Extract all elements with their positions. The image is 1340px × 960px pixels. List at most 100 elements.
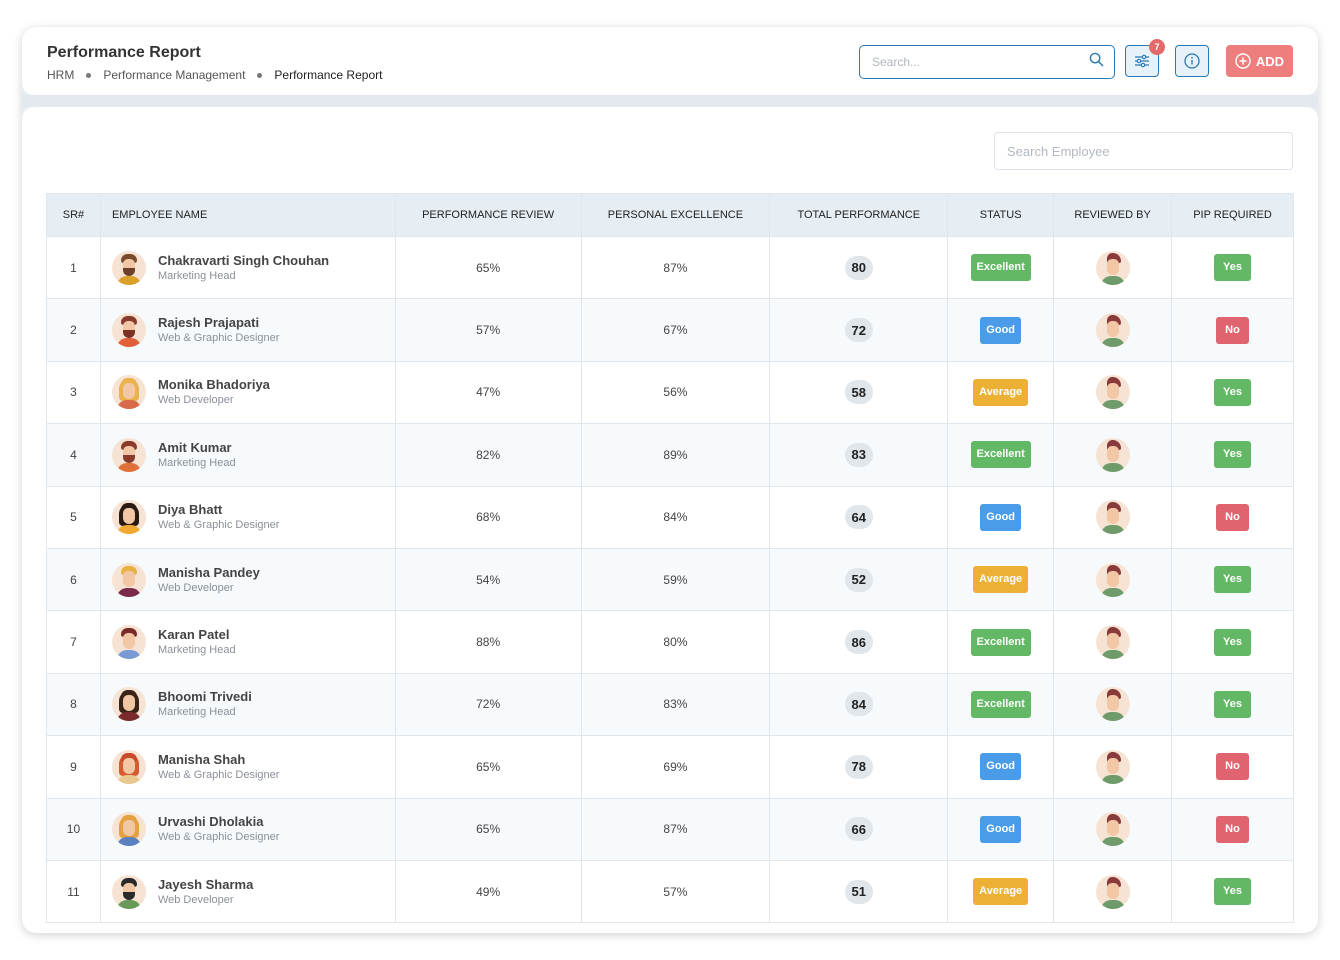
performance-review-cell: 57% bbox=[394, 298, 582, 362]
status-badge: Good bbox=[980, 316, 1022, 344]
employee-name[interactable]: Jayesh Sharma bbox=[158, 877, 253, 893]
employee-name[interactable]: Rajesh Prajapati bbox=[158, 315, 279, 331]
breadcrumb-performance-management[interactable]: Performance Management bbox=[103, 68, 245, 82]
add-button[interactable]: ADD bbox=[1226, 45, 1293, 77]
table-row[interactable]: 8 Bhoomi Trivedi Marketing Head 72% 83% … bbox=[46, 672, 1294, 737]
col-personal-excellence[interactable]: PERSONAL EXCELLENCE bbox=[580, 193, 771, 237]
total-performance-score: 83 bbox=[844, 442, 873, 467]
breadcrumb-separator bbox=[86, 72, 92, 78]
employee-avatar[interactable] bbox=[111, 500, 146, 535]
status-cell: Average bbox=[947, 547, 1055, 612]
reviewer-avatar[interactable] bbox=[1095, 625, 1130, 660]
col-employee-name[interactable]: EMPLOYEE NAME bbox=[99, 193, 396, 237]
employee-name[interactable]: Karan Patel bbox=[158, 627, 236, 643]
employee-avatar[interactable] bbox=[111, 437, 146, 472]
reviewed-by-cell bbox=[1053, 235, 1173, 300]
table-row[interactable]: 10 Urvashi Dholakia Web & Graphic Design… bbox=[46, 797, 1294, 861]
employee-name[interactable]: Chakravarti Singh Chouhan bbox=[158, 253, 329, 269]
reviewer-avatar[interactable] bbox=[1095, 375, 1130, 410]
sr-cell: 5 bbox=[46, 485, 101, 549]
employee-cell: Karan Patel Marketing Head bbox=[99, 610, 396, 674]
employee-avatar[interactable] bbox=[111, 375, 146, 410]
total-performance-cell: 58 bbox=[769, 360, 949, 425]
employee-avatar[interactable] bbox=[111, 874, 146, 909]
reviewed-by-cell bbox=[1053, 547, 1173, 612]
status-cell: Good bbox=[947, 735, 1055, 799]
search-icon[interactable] bbox=[1089, 52, 1104, 72]
reviewer-avatar[interactable] bbox=[1095, 562, 1130, 597]
pip-badge: Yes bbox=[1214, 378, 1251, 406]
reviewer-avatar[interactable] bbox=[1095, 250, 1130, 285]
reviewer-avatar[interactable] bbox=[1095, 874, 1130, 909]
reviewer-avatar[interactable] bbox=[1095, 500, 1130, 535]
table-row[interactable]: 9 Manisha Shah Web & Graphic Designer 65… bbox=[46, 735, 1294, 799]
performance-review-cell: 88% bbox=[394, 610, 582, 674]
employee-name[interactable]: Diya Bhatt bbox=[158, 502, 279, 518]
employee-role: Marketing Head bbox=[157, 644, 236, 657]
total-performance-score: 52 bbox=[844, 567, 873, 592]
employee-avatar[interactable] bbox=[111, 250, 146, 285]
employee-name[interactable]: Manisha Pandey bbox=[158, 565, 260, 581]
sr-number: 5 bbox=[70, 510, 77, 525]
sr-cell: 7 bbox=[46, 610, 101, 674]
filter-button[interactable]: 7 bbox=[1125, 39, 1165, 77]
pip-cell: No bbox=[1171, 298, 1294, 362]
status-badge: Excellent bbox=[970, 690, 1031, 718]
reviewer-avatar[interactable] bbox=[1095, 313, 1130, 348]
employee-avatar[interactable] bbox=[111, 749, 146, 784]
employee-name[interactable]: Monika Bhadoriya bbox=[158, 377, 270, 393]
col-performance-review[interactable]: PERFORMANCE REVIEW bbox=[394, 193, 582, 237]
performance-review-value: 54% bbox=[476, 572, 501, 587]
table-row[interactable]: 6 Manisha Pandey Web Developer 54% 59% 5… bbox=[46, 547, 1294, 612]
global-search-input[interactable] bbox=[872, 55, 1089, 69]
global-search[interactable] bbox=[859, 45, 1115, 79]
employee-avatar[interactable] bbox=[111, 313, 146, 348]
page-frame: Performance Report HRM Performance Manag… bbox=[22, 27, 1318, 933]
employee-name[interactable]: Bhoomi Trivedi bbox=[158, 689, 252, 705]
table-row[interactable]: 1 Chakravarti Singh Chouhan Marketing He… bbox=[46, 235, 1294, 300]
reviewed-by-cell bbox=[1053, 859, 1173, 924]
total-performance-cell: 84 bbox=[769, 672, 949, 737]
personal-excellence-value: 89% bbox=[663, 447, 688, 462]
employee-name[interactable]: Urvashi Dholakia bbox=[158, 814, 279, 830]
total-performance-cell: 78 bbox=[769, 735, 949, 799]
breadcrumb-hrm[interactable]: HRM bbox=[47, 68, 74, 82]
employee-name[interactable]: Manisha Shah bbox=[158, 752, 279, 768]
employee-search[interactable] bbox=[994, 132, 1293, 170]
table-row[interactable]: 2 Rajesh Prajapati Web & Graphic Designe… bbox=[46, 298, 1294, 362]
info-button[interactable] bbox=[1175, 45, 1209, 77]
sliders-icon bbox=[1135, 54, 1149, 68]
sr-number: 6 bbox=[70, 572, 77, 587]
sr-number: 10 bbox=[66, 822, 81, 837]
pip-badge: Yes bbox=[1214, 628, 1251, 656]
sr-cell: 1 bbox=[46, 235, 101, 300]
employee-name[interactable]: Amit Kumar bbox=[158, 440, 236, 456]
reviewer-avatar[interactable] bbox=[1095, 812, 1130, 847]
sr-cell: 11 bbox=[46, 859, 101, 924]
employee-search-input[interactable] bbox=[1007, 143, 1280, 159]
table-row[interactable]: 7 Karan Patel Marketing Head 88% 80% 86 … bbox=[46, 610, 1294, 674]
sr-number: 9 bbox=[70, 759, 77, 774]
reviewer-avatar[interactable] bbox=[1095, 749, 1130, 784]
reviewed-by-cell bbox=[1053, 610, 1173, 674]
employee-avatar[interactable] bbox=[111, 687, 146, 722]
col-sr[interactable]: SR# bbox=[46, 193, 101, 237]
performance-review-value: 68% bbox=[476, 510, 501, 525]
table-row[interactable]: 3 Monika Bhadoriya Web Developer 47% 56%… bbox=[46, 360, 1294, 425]
table-row[interactable]: 5 Diya Bhatt Web & Graphic Designer 68% … bbox=[46, 485, 1294, 549]
status-cell: Excellent bbox=[947, 235, 1055, 300]
col-total-performance[interactable]: TOTAL PERFORMANCE bbox=[769, 193, 949, 237]
employee-cell: Chakravarti Singh Chouhan Marketing Head bbox=[99, 235, 396, 300]
col-pip-required[interactable]: PIP REQUIRED bbox=[1171, 193, 1294, 237]
sr-cell: 6 bbox=[46, 547, 101, 612]
col-reviewed-by[interactable]: REVIEWED BY bbox=[1053, 193, 1173, 237]
col-status[interactable]: STATUS bbox=[947, 193, 1055, 237]
employee-avatar[interactable] bbox=[111, 562, 146, 597]
table-row[interactable]: 4 Amit Kumar Marketing Head 82% 89% 83 E… bbox=[46, 423, 1294, 487]
reviewer-avatar[interactable] bbox=[1095, 437, 1130, 472]
employee-avatar[interactable] bbox=[111, 812, 146, 847]
employee-avatar[interactable] bbox=[111, 625, 146, 660]
filter-count-badge: 7 bbox=[1149, 39, 1165, 55]
table-row[interactable]: 11 Jayesh Sharma Web Developer 49% 57% 5… bbox=[46, 859, 1294, 924]
reviewer-avatar[interactable] bbox=[1095, 687, 1130, 722]
